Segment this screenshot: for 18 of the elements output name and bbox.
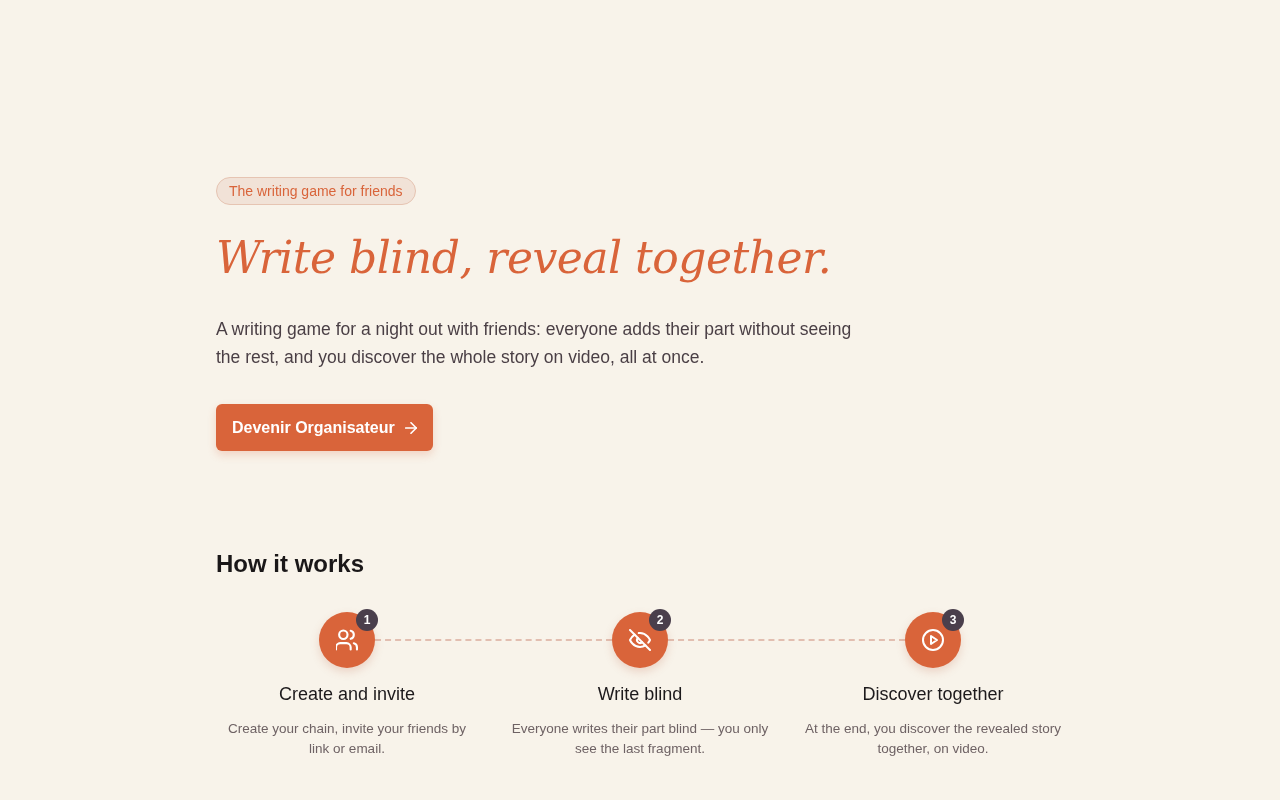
step-description: At the end, you discover the revealed story together, on video.	[804, 720, 1062, 758]
users-icon	[336, 629, 358, 651]
eye-off-icon	[629, 629, 651, 651]
step-number: 2	[649, 609, 671, 631]
hero-description: A writing game for a night out with friends: everyone adds their part without seeing the rest, and you discover the whole story on video, all at once.	[216, 318, 853, 369]
section-heading: How it works	[216, 549, 366, 579]
step-number: 3	[942, 609, 964, 631]
play-circle-icon	[922, 629, 944, 651]
hero-title: Write blind, reveal together.	[216, 231, 832, 285]
step-title: Create and invite	[278, 683, 416, 706]
organizer-button[interactable]: Devenir Organisateur	[216, 404, 433, 451]
step-title: Write blind	[597, 683, 683, 706]
step-title: Discover together	[862, 683, 1004, 706]
step-description: Everyone writes their part blind — you only see the last fragment.	[511, 720, 769, 758]
arrow-right-icon	[404, 421, 417, 434]
tagline-pill: The writing game for friends	[216, 177, 416, 205]
step-description: Create your chain, invite your friends by link or email.	[227, 720, 467, 758]
step-number: 1	[356, 609, 378, 631]
